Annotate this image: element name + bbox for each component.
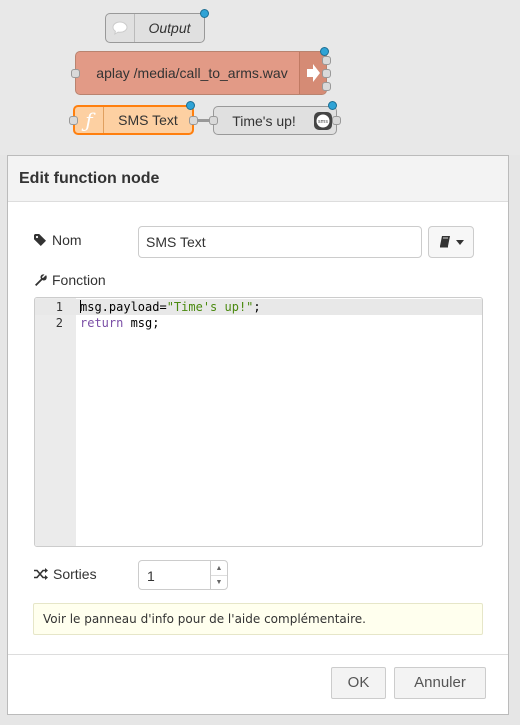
wrench-icon [35,273,47,286]
output-port[interactable] [189,116,198,125]
changed-indicator [320,47,329,56]
name-input[interactable] [138,226,422,258]
code-line[interactable]: 1 msg.payload="Time's up!"; [35,299,482,315]
function-icon: ƒ [75,107,104,133]
line-number-gutter [35,298,76,546]
function-label: Fonction [34,272,106,288]
node-label: aplay /media/call_to_arms.wav [96,65,288,81]
edit-function-dialog: Edit function node Nom Fonction 1 msg.pa… [7,155,509,715]
outputs-label-text: Sorties [53,566,97,582]
function-label-text: Fonction [52,272,106,288]
name-label: Nom [34,232,82,248]
sms-node[interactable]: Time's up! sms [209,101,341,135]
outputs-spinner[interactable]: 1 ▲ ▼ [138,560,228,590]
changed-indicator [186,101,195,110]
ok-button[interactable]: OK [331,667,386,699]
output-port[interactable] [332,116,341,125]
line-number: 2 [55,316,63,330]
decrement-icon[interactable]: ▼ [210,575,227,589]
output-debug-node[interactable]: Output [105,9,209,43]
text-cursor [80,300,81,313]
name-label-text: Nom [52,232,82,248]
input-port[interactable] [71,69,80,78]
dialog-title: Edit function node [8,156,508,202]
changed-indicator [200,9,209,18]
cancel-button[interactable]: Annuler [394,667,486,699]
output-port-1[interactable] [322,56,331,65]
help-tip: Voir le panneau d'info pour de l'aide co… [33,603,483,635]
comment-icon [106,14,135,42]
function-node[interactable]: ƒ SMS Text [69,101,198,135]
sms-icon: sms [312,110,334,131]
book-icon [439,236,450,248]
node-label: SMS Text [118,112,178,128]
flow-canvas[interactable]: Output aplay /media/call_to_arms.wav ƒ S… [0,0,520,155]
input-port[interactable] [209,116,218,125]
tag-icon [34,234,46,246]
increment-icon[interactable]: ▲ [210,561,227,576]
shuffle-icon [34,568,48,580]
code-line[interactable]: 2 return msg; [35,315,482,331]
line-number: 1 [55,300,63,314]
line-content: return msg; [80,316,160,330]
changed-indicator [328,101,337,110]
code-editor[interactable]: 1 msg.payload="Time's up!"; 2 return msg… [34,297,483,547]
line-content: msg.payload="Time's up!"; [80,300,261,314]
outputs-label: Sorties [34,566,97,582]
library-button[interactable] [428,226,474,258]
node-label: Output [148,20,191,36]
caret-down-icon [455,239,464,245]
output-port-3[interactable] [322,82,331,91]
svg-text:sms: sms [318,119,328,125]
input-port[interactable] [69,116,78,125]
exec-node[interactable]: aplay /media/call_to_arms.wav [71,47,331,95]
output-port-2[interactable] [322,69,331,78]
footer-divider [8,654,508,655]
outputs-value[interactable]: 1 [147,561,155,591]
